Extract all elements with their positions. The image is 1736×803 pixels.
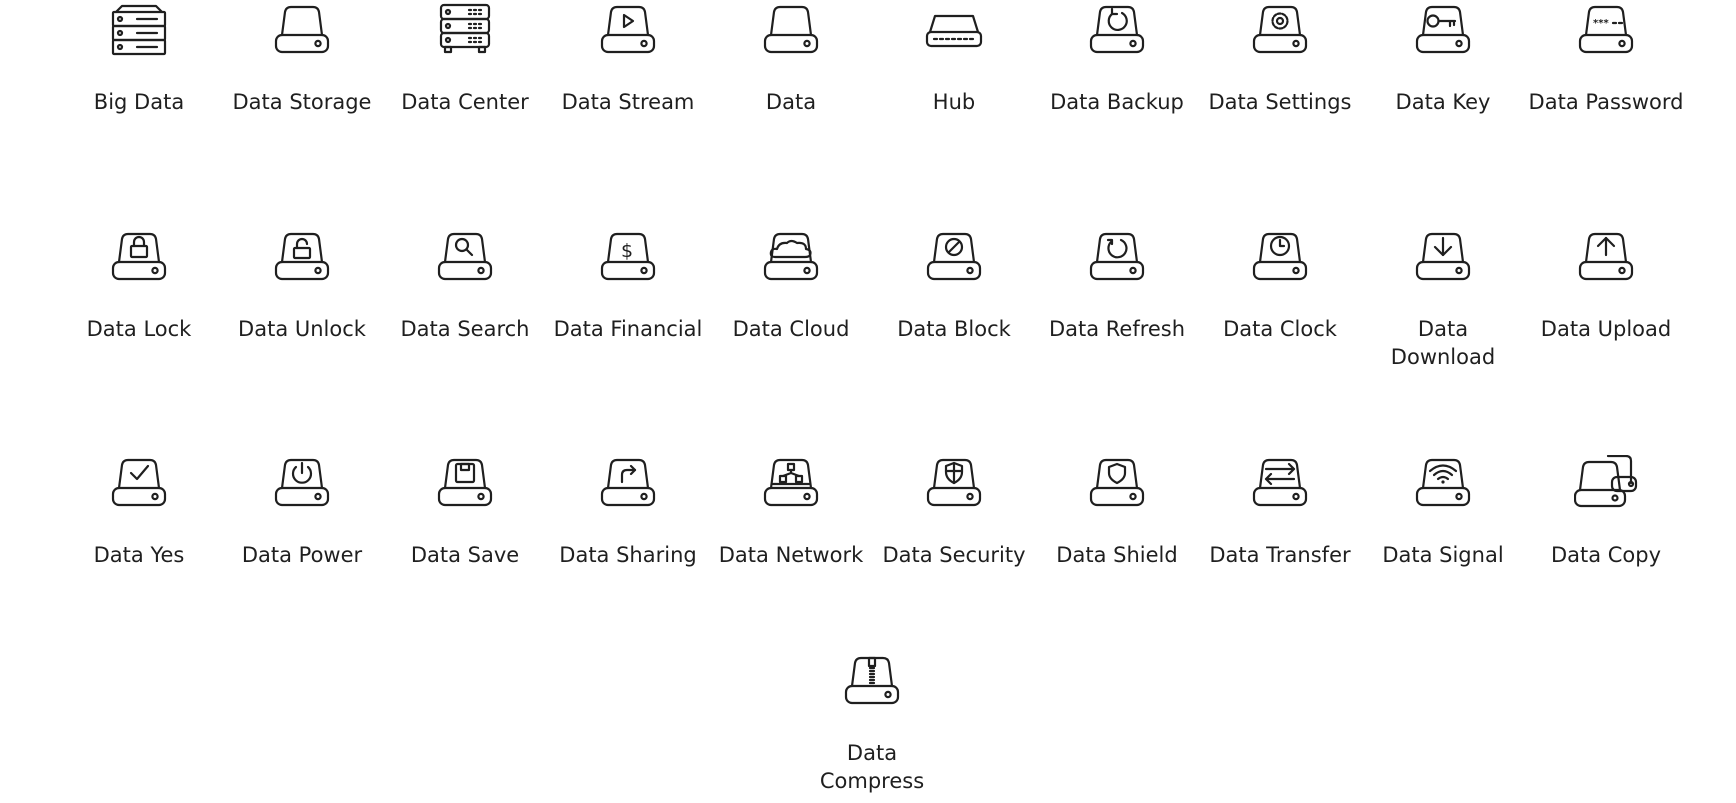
tile-data-transfer[interactable]: Data Transfer [1200, 455, 1360, 605]
tile-data[interactable]: Data [711, 2, 871, 152]
icon-label: Data Key [1395, 90, 1491, 114]
tile-data-settings[interactable]: Data Settings [1200, 2, 1360, 152]
data-upload-icon [1574, 229, 1638, 295]
tile-data-yes[interactable]: Data Yes [59, 455, 219, 605]
data-save-icon [433, 455, 497, 521]
icon-sheet: Big Data Data Storage Data Center Data S… [0, 0, 1736, 794]
tile-data-stream[interactable]: Data Stream [548, 2, 708, 152]
tile-data-download[interactable]: Data Download [1363, 229, 1523, 379]
icon-label: Data Settings [1208, 90, 1352, 114]
icon-label: Data Refresh [1048, 317, 1186, 341]
icon-label: Data Password [1528, 90, 1684, 114]
tile-data-copy[interactable]: Data Copy [1526, 455, 1686, 605]
tile-data-upload[interactable]: Data Upload [1526, 229, 1686, 379]
tile-data-password[interactable]: *** Data Password [1526, 2, 1686, 152]
icon-label: Data Search [400, 317, 530, 341]
data-storage-icon [270, 2, 334, 68]
icon-label: Data Financial [553, 317, 703, 341]
tile-data-backup[interactable]: Data Backup [1037, 2, 1197, 152]
tile-data-network[interactable]: Data Network [711, 455, 871, 605]
data-shield-icon [1085, 455, 1149, 521]
tile-big-data[interactable]: Big Data [59, 2, 219, 152]
data-network-icon [759, 455, 823, 521]
icon-label: Data Upload [1540, 317, 1672, 341]
data-compress-icon [840, 653, 904, 719]
tile-data-block[interactable]: Data Block [874, 229, 1034, 379]
icon-label: Data Shield [1056, 543, 1178, 567]
data-financial-icon: $ [596, 229, 660, 295]
icon-label: Data Copy [1550, 543, 1662, 567]
tile-data-storage[interactable]: Data Storage [222, 2, 382, 152]
icon-label: Big Data [93, 90, 185, 114]
data-sharing-icon [596, 455, 660, 521]
icon-label: Data Download [1390, 317, 1496, 369]
data-block-icon [922, 229, 986, 295]
tile-data-signal[interactable]: Data Signal [1363, 455, 1523, 605]
data-copy-icon [1574, 455, 1638, 521]
icon-label: Data Sharing [559, 543, 697, 567]
icon-label: Data Lock [86, 317, 192, 341]
tile-data-key[interactable]: Data Key [1363, 2, 1523, 152]
data-transfer-icon [1248, 455, 1312, 521]
data-settings-icon [1248, 2, 1312, 68]
data-icon [759, 2, 823, 68]
data-clock-icon [1248, 229, 1312, 295]
data-key-icon [1411, 2, 1475, 68]
icon-label: Data [765, 90, 817, 114]
icon-label: Data Unlock [238, 317, 366, 341]
hub-icon [922, 2, 986, 68]
data-search-icon [433, 229, 497, 295]
data-stream-icon [596, 2, 660, 68]
data-center-icon [433, 2, 497, 68]
data-security-icon [922, 455, 986, 521]
icon-label: Data Yes [93, 543, 185, 567]
tile-data-save[interactable]: Data Save [385, 455, 545, 605]
icon-label: Data Backup [1050, 90, 1184, 114]
tile-data-cloud[interactable]: Data Cloud [711, 229, 871, 379]
icon-label: Hub [932, 90, 976, 114]
tile-data-clock[interactable]: Data Clock [1200, 229, 1360, 379]
data-backup-icon [1085, 2, 1149, 68]
tile-data-search[interactable]: Data Search [385, 229, 545, 379]
icon-label: Data Cloud [732, 317, 850, 341]
tile-data-security[interactable]: Data Security [874, 455, 1034, 605]
icon-label: Data Storage [232, 90, 372, 114]
icon-label: Data Save [410, 543, 520, 567]
icon-label: Data Stream [561, 90, 695, 114]
tile-data-compress[interactable]: Data Compress [792, 653, 952, 803]
data-cloud-icon [759, 229, 823, 295]
data-unlock-icon [270, 229, 334, 295]
tile-hub[interactable]: Hub [874, 2, 1034, 152]
icon-label: Data Signal [1382, 543, 1504, 567]
icon-label: Data Transfer [1209, 543, 1351, 567]
tile-data-sharing[interactable]: Data Sharing [548, 455, 708, 605]
icon-label: Data Network [718, 543, 864, 567]
data-power-icon [270, 455, 334, 521]
tile-data-lock[interactable]: Data Lock [59, 229, 219, 379]
icon-label: Data Power [241, 543, 363, 567]
tile-data-center[interactable]: Data Center [385, 2, 545, 152]
data-password-icon: *** [1574, 2, 1638, 68]
icon-label: Data Clock [1223, 317, 1337, 341]
icon-label: Data Center [401, 90, 529, 114]
data-lock-icon [107, 229, 171, 295]
icon-label: Data Compress [819, 741, 925, 793]
tile-data-refresh[interactable]: Data Refresh [1037, 229, 1197, 379]
tile-data-power[interactable]: Data Power [222, 455, 382, 605]
icon-label: Data Security [882, 543, 1026, 567]
big-data-icon [107, 2, 171, 68]
svg-text:***: *** [1593, 18, 1609, 29]
svg-text:$: $ [621, 240, 633, 262]
tile-data-financial[interactable]: $ Data Financial [548, 229, 708, 379]
tile-data-unlock[interactable]: Data Unlock [222, 229, 382, 379]
data-download-icon [1411, 229, 1475, 295]
data-yes-icon [107, 455, 171, 521]
tile-data-shield[interactable]: Data Shield [1037, 455, 1197, 605]
data-signal-icon [1411, 455, 1475, 521]
data-refresh-icon [1085, 229, 1149, 295]
icon-label: Data Block [897, 317, 1011, 341]
